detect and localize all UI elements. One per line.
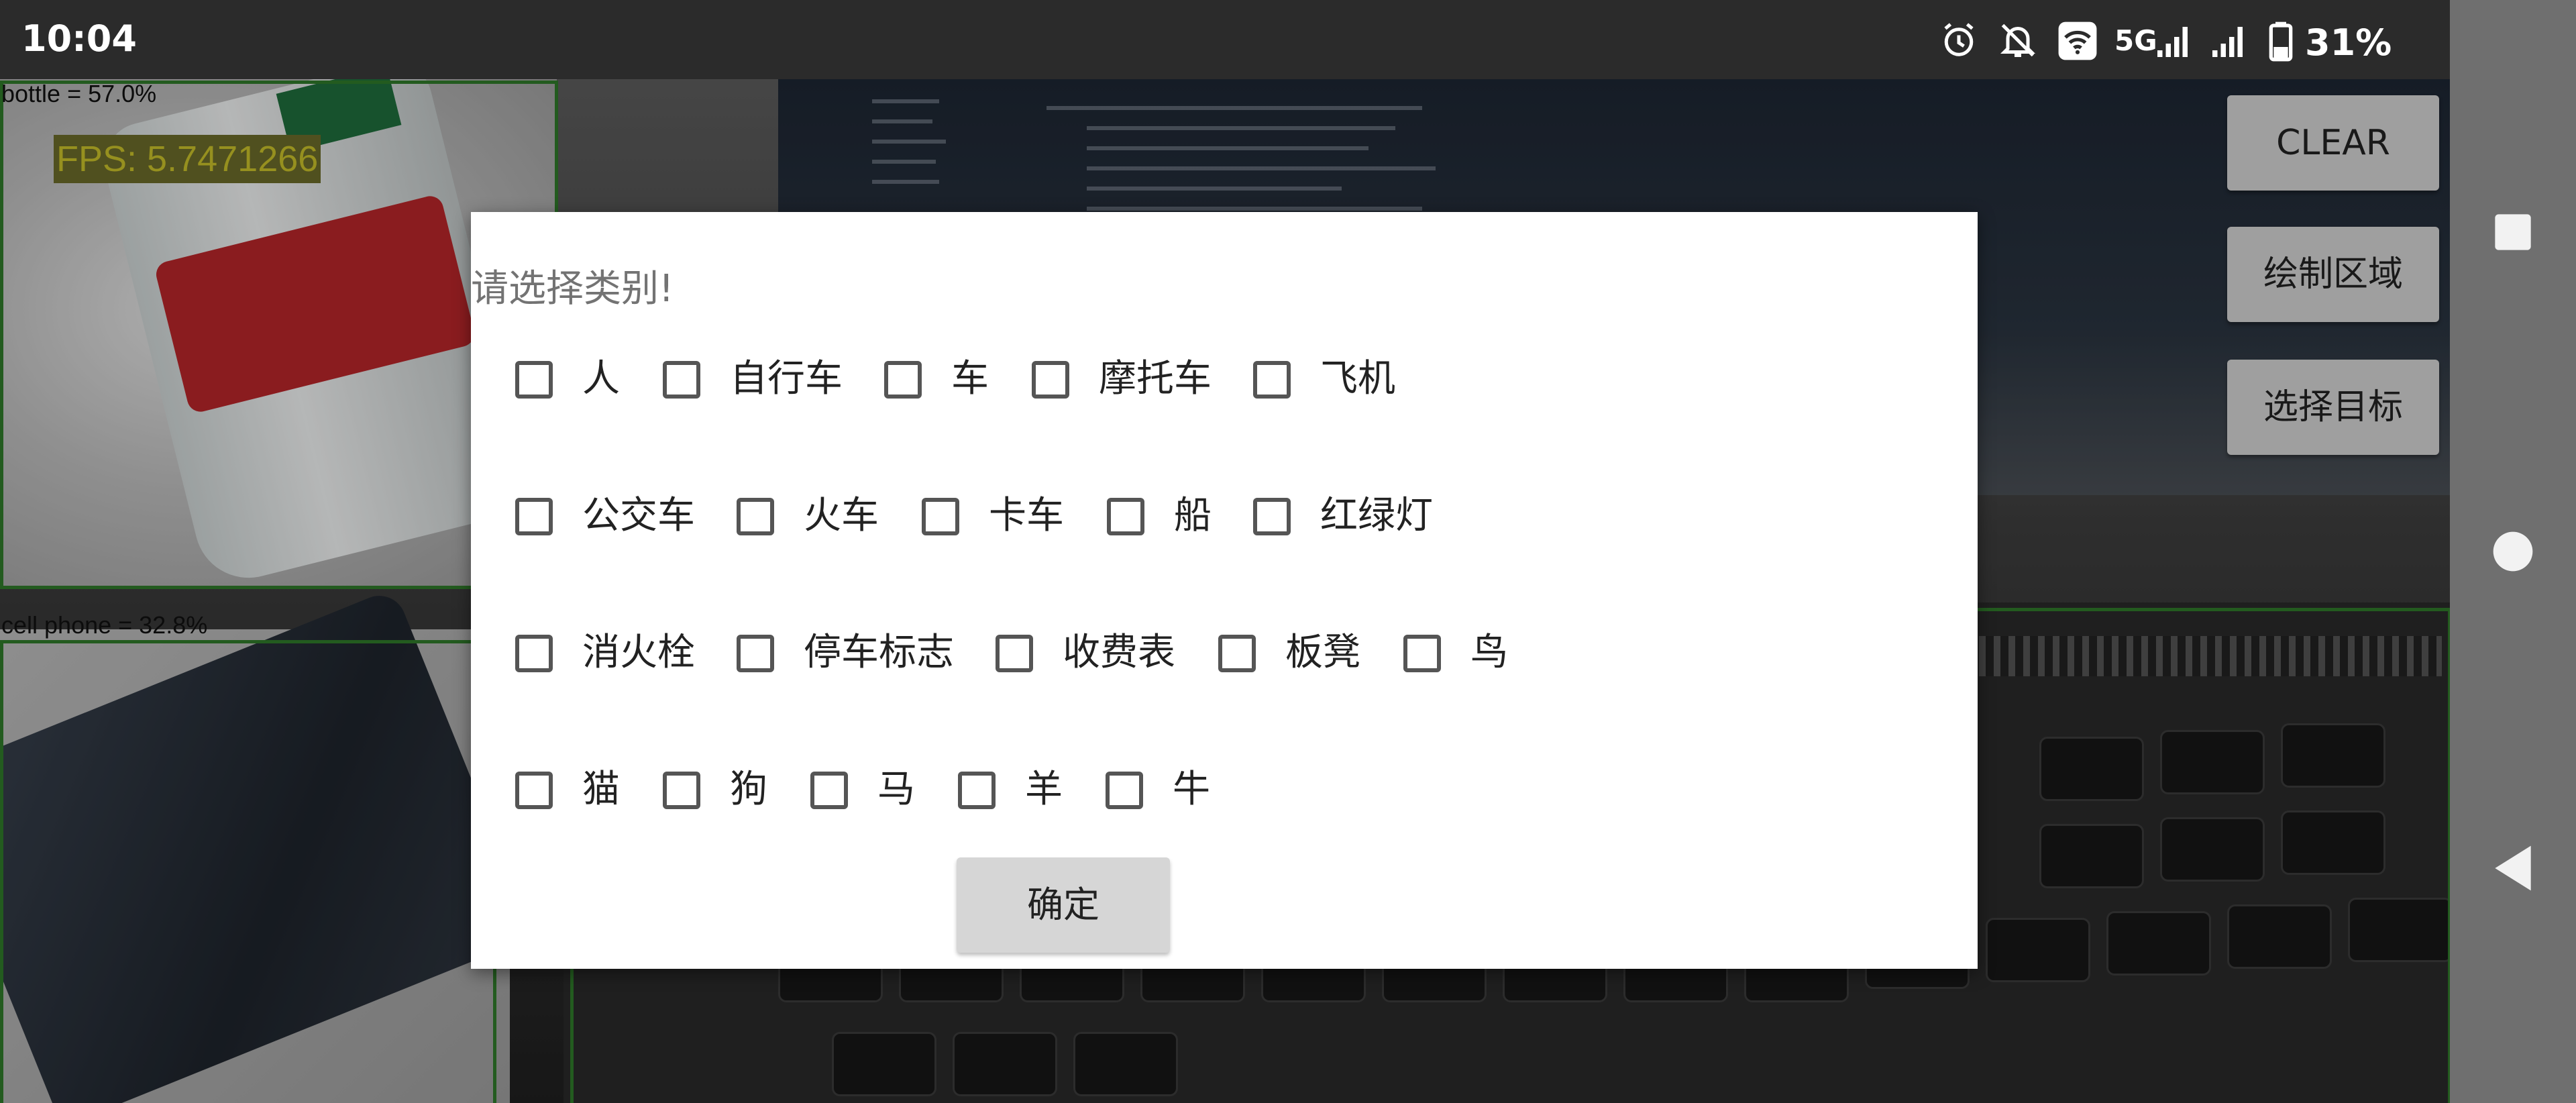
option-label: 停车标志 bbox=[804, 631, 954, 674]
option-label: 自行车 bbox=[730, 357, 843, 401]
checkbox-icon[interactable] bbox=[515, 635, 553, 672]
option-label: 火车 bbox=[804, 494, 879, 537]
wifi-icon bbox=[2058, 21, 2097, 60]
option-label: 船 bbox=[1174, 494, 1212, 537]
checkbox-icon[interactable] bbox=[663, 361, 700, 399]
option-label: 牛 bbox=[1173, 768, 1210, 811]
alarm-icon bbox=[1944, 23, 1974, 56]
checkbox-icon[interactable] bbox=[1032, 361, 1069, 399]
option-label: 收费表 bbox=[1063, 631, 1175, 674]
navigation-bar bbox=[2450, 0, 2576, 1103]
option-label: 车 bbox=[951, 357, 989, 401]
checkbox-icon[interactable] bbox=[958, 772, 996, 809]
checkbox-icon[interactable] bbox=[737, 498, 774, 535]
bell-off-icon bbox=[2000, 23, 2036, 57]
status-bar: 10:04 5G 31% bbox=[0, 0, 2450, 79]
back-triangle-icon[interactable] bbox=[2491, 844, 2534, 892]
option-label: 鸟 bbox=[1470, 631, 1508, 674]
checkbox-icon[interactable] bbox=[884, 361, 922, 399]
option-label: 卡车 bbox=[989, 494, 1064, 537]
checkbox-icon[interactable] bbox=[1403, 635, 1441, 672]
dialog-title: 请选择类别! bbox=[471, 267, 674, 311]
battery-icon bbox=[2269, 21, 2293, 62]
option-label: 消火栓 bbox=[582, 631, 695, 674]
checkbox-icon[interactable] bbox=[810, 772, 848, 809]
checkbox-icon[interactable] bbox=[996, 635, 1033, 672]
signal-icon bbox=[2157, 27, 2188, 57]
option-label: 红绿灯 bbox=[1320, 494, 1433, 537]
checkbox-icon[interactable] bbox=[1218, 635, 1256, 672]
app-screen: 10:04 5G 31% bottle = 57.0% cell phone =… bbox=[0, 0, 2576, 1103]
network-type: 5G bbox=[2114, 24, 2157, 57]
checkbox-icon[interactable] bbox=[515, 772, 553, 809]
clock: 10:04 bbox=[21, 17, 137, 60]
battery-percentage: 31% bbox=[2305, 21, 2392, 64]
checkbox-icon[interactable] bbox=[515, 361, 553, 399]
checkbox-icon[interactable] bbox=[737, 635, 774, 672]
option-label: 飞机 bbox=[1320, 357, 1395, 401]
category-dialog: 请选择类别! 人 自行车 车 摩托车 飞机 公交车 火车 卡车 船 红绿灯 消火… bbox=[471, 212, 1978, 969]
option-label: 狗 bbox=[730, 768, 767, 811]
checkbox-icon[interactable] bbox=[922, 498, 959, 535]
option-label: 猫 bbox=[582, 768, 620, 811]
checkbox-icon[interactable] bbox=[1253, 498, 1291, 535]
checkbox-icon[interactable] bbox=[1253, 361, 1291, 399]
checkbox-icon[interactable] bbox=[1106, 772, 1143, 809]
option-label: 马 bbox=[877, 768, 915, 811]
option-label: 人 bbox=[582, 357, 620, 401]
home-circle-icon[interactable] bbox=[2491, 530, 2534, 573]
recents-square-icon[interactable] bbox=[2491, 211, 2534, 254]
option-label: 板凳 bbox=[1285, 631, 1360, 674]
checkbox-icon[interactable] bbox=[1107, 498, 1144, 535]
option-label: 公交车 bbox=[582, 494, 695, 537]
option-label: 摩托车 bbox=[1099, 357, 1212, 401]
signal-icon bbox=[2212, 27, 2243, 57]
checkbox-icon[interactable] bbox=[663, 772, 700, 809]
option-label: 羊 bbox=[1025, 768, 1063, 811]
checkbox-icon[interactable] bbox=[515, 498, 553, 535]
confirm-button[interactable]: 确定 bbox=[957, 857, 1170, 953]
